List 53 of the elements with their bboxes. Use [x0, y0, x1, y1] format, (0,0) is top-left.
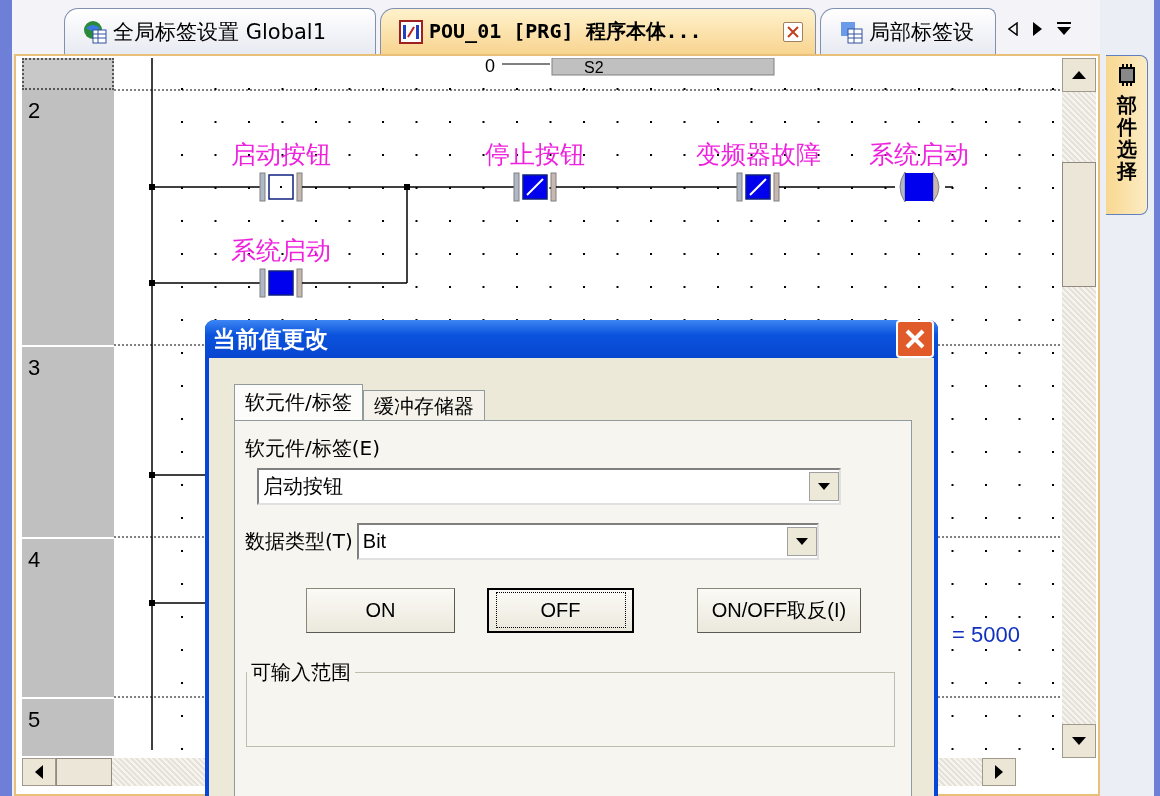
editor-tab[interactable]: POU_01 [PRG] 程序本体...: [380, 8, 816, 54]
row-number: 5: [28, 707, 41, 733]
down-arrow-icon: [1072, 737, 1086, 745]
dialog-button[interactable]: ON/OFF取反(I): [697, 588, 861, 633]
scroll-right-button[interactable]: [982, 758, 1016, 786]
dialog-tab[interactable]: 缓冲存储器: [362, 390, 485, 420]
scroll-right-icon[interactable]: [1032, 22, 1042, 36]
scrollbar-thumb[interactable]: [1062, 162, 1096, 287]
range-group-title: 可输入范围: [250, 659, 352, 686]
right-arrow-icon: [995, 765, 1003, 779]
dialog-title: 当前值更改: [213, 324, 328, 354]
comparison-value: = 5000: [952, 622, 1020, 647]
editor-tab[interactable]: 全局标签设置 Global1: [64, 8, 376, 54]
row-number: 2: [28, 98, 41, 124]
value-text: 0: [485, 58, 495, 76]
side-panel-title: 部件选择: [1116, 94, 1137, 182]
dialog-tab[interactable]: 软元件/标签: [234, 384, 363, 420]
scroll-up-button[interactable]: [1062, 58, 1096, 92]
device-label: 软元件/标签(E): [245, 435, 381, 462]
up-arrow-icon: [1072, 71, 1086, 79]
scroll-down-button[interactable]: [1062, 724, 1096, 758]
scrollbar-thumb[interactable]: [56, 758, 112, 786]
close-icon: [786, 24, 800, 39]
table-icon: [839, 19, 863, 44]
contact-label: 系统启动: [869, 140, 969, 169]
row-header[interactable]: 4: [22, 539, 114, 699]
contact-label: 变频器故障: [695, 140, 821, 169]
dropdown-field[interactable]: 启动按钮: [257, 468, 841, 505]
globe-table-icon: [83, 19, 107, 44]
scroll-left-button[interactable]: [22, 758, 56, 786]
scroll-left-icon[interactable]: [1008, 22, 1018, 36]
row-header[interactable]: 3: [22, 347, 114, 539]
close-button[interactable]: [896, 320, 934, 358]
contact-label: 停止按钮: [485, 140, 585, 169]
program-icon: [399, 19, 423, 44]
contact-label: 系统启动: [231, 236, 331, 265]
row-header[interactable]: 5: [22, 699, 114, 758]
dialog-button[interactable]: OFF: [487, 588, 634, 633]
close-icon: [904, 328, 926, 350]
row-number: 4: [28, 547, 41, 573]
row-header[interactable]: [22, 58, 114, 90]
contact-label: 启动按钮: [231, 140, 331, 169]
dialog-button[interactable]: ON: [306, 588, 455, 633]
close-tab-button[interactable]: [783, 21, 803, 42]
device-block: S2: [551, 58, 775, 76]
left-arrow-icon: [35, 765, 43, 779]
data-type-label: 数据类型(T): [245, 528, 353, 555]
tab-list-icon[interactable]: [1056, 22, 1072, 36]
row-number: 3: [28, 355, 41, 381]
row-header[interactable]: 2: [22, 90, 114, 347]
side-panel-tab[interactable]: 部件选择: [1106, 55, 1148, 215]
editor-tab[interactable]: 局部标签设: [820, 8, 996, 54]
dropdown-field[interactable]: Bit: [356, 523, 819, 560]
